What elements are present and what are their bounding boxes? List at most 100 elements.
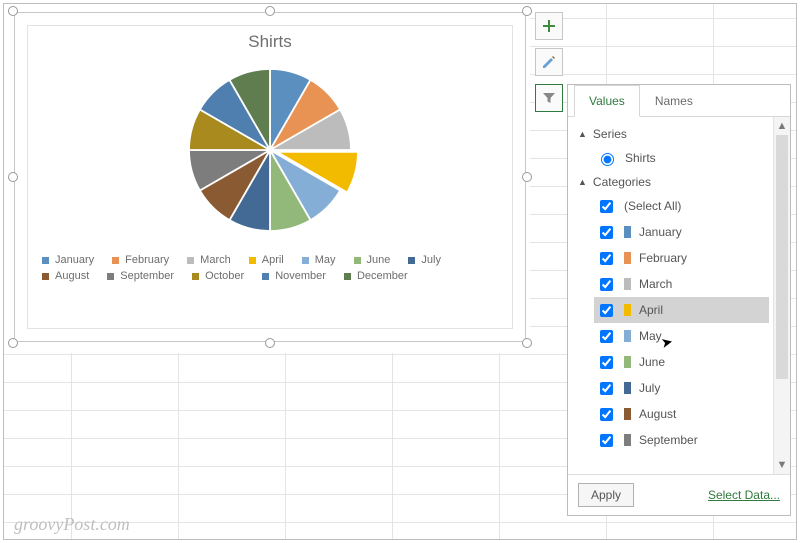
category-color-icon — [624, 356, 631, 368]
select-data-link[interactable]: Select Data... — [708, 488, 780, 502]
legend-label: October — [205, 270, 244, 282]
legend-swatch-icon — [354, 257, 361, 264]
category-row[interactable]: February — [594, 245, 769, 271]
category-label: June — [639, 355, 665, 369]
series-item[interactable]: Shirts — [594, 145, 769, 171]
legend-item[interactable]: August — [42, 270, 89, 282]
category-label: August — [639, 407, 676, 421]
scroll-down-icon[interactable]: ▼ — [777, 456, 788, 474]
legend-item[interactable]: July — [408, 254, 441, 266]
resize-handle[interactable] — [8, 338, 18, 348]
category-row[interactable]: August — [594, 401, 769, 427]
legend-item[interactable]: June — [354, 254, 391, 266]
legend-swatch-icon — [344, 273, 351, 280]
category-color-icon — [624, 252, 631, 264]
legend-label: July — [421, 254, 441, 266]
category-row[interactable]: April — [594, 297, 769, 323]
legend-item[interactable]: January — [42, 254, 94, 266]
legend-swatch-icon — [187, 257, 194, 264]
category-checkbox[interactable] — [600, 382, 613, 395]
category-row[interactable]: March — [594, 271, 769, 297]
legend-item[interactable]: December — [344, 270, 408, 282]
category-row[interactable]: July — [594, 375, 769, 401]
tab-names[interactable]: Names — [640, 85, 708, 117]
category-label: July — [639, 381, 660, 395]
category-checkbox[interactable] — [600, 304, 613, 317]
resize-handle[interactable] — [522, 6, 532, 16]
legend-item[interactable]: April — [249, 254, 284, 266]
resize-handle[interactable] — [522, 172, 532, 182]
category-label: April — [639, 303, 663, 317]
series-item-label: Shirts — [625, 151, 656, 165]
select-all-label: (Select All) — [624, 199, 681, 213]
legend-label: February — [125, 254, 169, 266]
legend-label: May — [315, 254, 336, 266]
category-label: January — [639, 225, 682, 239]
legend-swatch-icon — [192, 273, 199, 280]
category-checkbox[interactable] — [600, 434, 613, 447]
scroll-thumb[interactable] — [776, 135, 788, 379]
series-group-header[interactable]: ▲ Series — [576, 123, 769, 145]
category-row[interactable]: June — [594, 349, 769, 375]
legend-swatch-icon — [262, 273, 269, 280]
category-checkbox[interactable] — [600, 278, 613, 291]
chart-contextual-buttons — [535, 12, 563, 112]
category-checkbox[interactable] — [600, 252, 613, 265]
panel-scrollbar[interactable]: ▲ ▼ — [773, 117, 790, 474]
plus-icon — [541, 18, 557, 34]
series-group-body: Shirts — [576, 145, 769, 171]
legend-swatch-icon — [107, 273, 114, 280]
pie-chart[interactable] — [180, 60, 360, 240]
legend-swatch-icon — [408, 257, 415, 264]
categories-group-body: (Select All) January FebruaryMarch April Ma… — [576, 193, 769, 453]
category-color-icon — [624, 382, 631, 394]
legend-label: January — [55, 254, 94, 266]
legend-label: September — [120, 270, 174, 282]
chart-object[interactable]: Shirts JanuaryFebruaryMarchAprilMayJuneJ… — [14, 12, 526, 342]
tab-values[interactable]: Values — [574, 85, 640, 117]
category-checkbox[interactable] — [600, 408, 613, 421]
select-all-row[interactable]: (Select All) — [594, 193, 769, 219]
legend-item[interactable]: February — [112, 254, 169, 266]
series-label: Series — [593, 127, 627, 141]
legend-item[interactable]: September — [107, 270, 174, 282]
select-all-checkbox[interactable] — [600, 200, 613, 213]
category-color-icon — [624, 278, 631, 290]
watermark: groovyPost.com — [14, 514, 130, 535]
chart-legend[interactable]: January February March April May June July Augu… — [28, 246, 512, 292]
category-label: May — [639, 329, 662, 343]
resize-handle[interactable] — [522, 338, 532, 348]
legend-label: August — [55, 270, 89, 282]
legend-item[interactable]: March — [187, 254, 231, 266]
scroll-up-icon[interactable]: ▲ — [777, 117, 788, 135]
legend-item[interactable]: May — [302, 254, 336, 266]
resize-handle[interactable] — [265, 6, 275, 16]
resize-handle[interactable] — [8, 6, 18, 16]
legend-item[interactable]: November — [262, 270, 326, 282]
category-checkbox[interactable] — [600, 356, 613, 369]
resize-handle[interactable] — [265, 338, 275, 348]
legend-item[interactable]: October — [192, 270, 244, 282]
series-radio[interactable] — [601, 153, 614, 166]
legend-label: December — [357, 270, 408, 282]
categories-group-header[interactable]: ▲ Categories — [576, 171, 769, 193]
apply-button[interactable]: Apply — [578, 483, 634, 507]
legend-label: April — [262, 254, 284, 266]
collapse-icon: ▲ — [578, 177, 587, 187]
category-color-icon — [624, 226, 631, 238]
chart-filters-button[interactable] — [535, 84, 563, 112]
app-frame: Shirts JanuaryFebruaryMarchAprilMayJuneJ… — [3, 3, 797, 540]
categories-label: Categories — [593, 175, 651, 189]
legend-swatch-icon — [112, 257, 119, 264]
category-checkbox[interactable] — [600, 226, 613, 239]
chart-area: Shirts JanuaryFebruaryMarchAprilMayJuneJ… — [27, 25, 513, 329]
category-row[interactable]: September — [594, 427, 769, 453]
legend-swatch-icon — [302, 257, 309, 264]
category-row[interactable]: May — [594, 323, 769, 349]
category-checkbox[interactable] — [600, 330, 613, 343]
chart-title[interactable]: Shirts — [28, 26, 512, 54]
category-row[interactable]: January — [594, 219, 769, 245]
resize-handle[interactable] — [8, 172, 18, 182]
add-element-button[interactable] — [535, 12, 563, 40]
chart-styles-button[interactable] — [535, 48, 563, 76]
